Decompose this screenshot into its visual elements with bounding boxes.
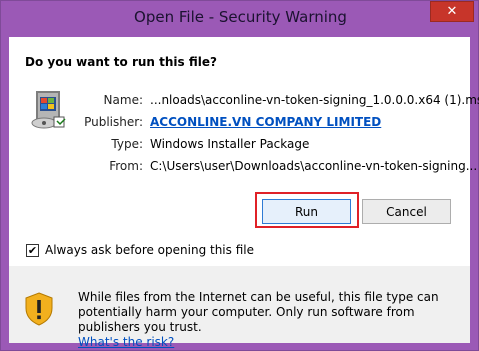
checkmark-icon: ✔ (27, 243, 38, 257)
dialog-window: Open File - Security Warning ✕ Do you wa… (0, 0, 479, 351)
warning-text-block: While files from the Internet can be use… (78, 290, 458, 350)
window-title: Open File - Security Warning (134, 8, 347, 26)
from-value: C:\Users\user\Downloads\acconline-vn-tok… (150, 159, 478, 173)
close-button[interactable]: ✕ (430, 1, 474, 22)
always-ask-checkbox[interactable]: ✔ (26, 243, 39, 257)
whats-the-risk-link[interactable]: What's the risk? (78, 335, 174, 349)
close-icon: ✕ (446, 4, 458, 19)
publisher-link[interactable]: ACCONLINE.VN COMPANY LIMITED (150, 115, 381, 129)
content-panel: Do you want to run this file? Name: ...n… (9, 37, 479, 266)
warning-panel: While files from the Internet can be use… (9, 273, 470, 349)
shield-warning-icon (25, 292, 53, 326)
dialog-client: Do you want to run this file? Name: ...n… (9, 37, 479, 349)
always-ask-label: Always ask before opening this file (45, 243, 254, 257)
name-label: Name: (103, 93, 143, 107)
publisher-label: Publisher: (84, 115, 143, 129)
name-value: ...nloads\acconline-vn-token-signing_1.0… (150, 93, 479, 107)
from-label: From: (109, 159, 143, 173)
type-label: Type: (111, 137, 143, 151)
run-button[interactable]: Run (262, 199, 351, 224)
cancel-button[interactable]: Cancel (362, 199, 451, 224)
question-heading: Do you want to run this file? (25, 55, 217, 69)
title-bar: Open File - Security Warning ✕ (1, 1, 479, 37)
warning-text: While files from the Internet can be use… (78, 290, 439, 334)
type-value: Windows Installer Package (150, 137, 310, 151)
always-ask-checkbox-row[interactable]: ✔ Always ask before opening this file (26, 243, 254, 257)
